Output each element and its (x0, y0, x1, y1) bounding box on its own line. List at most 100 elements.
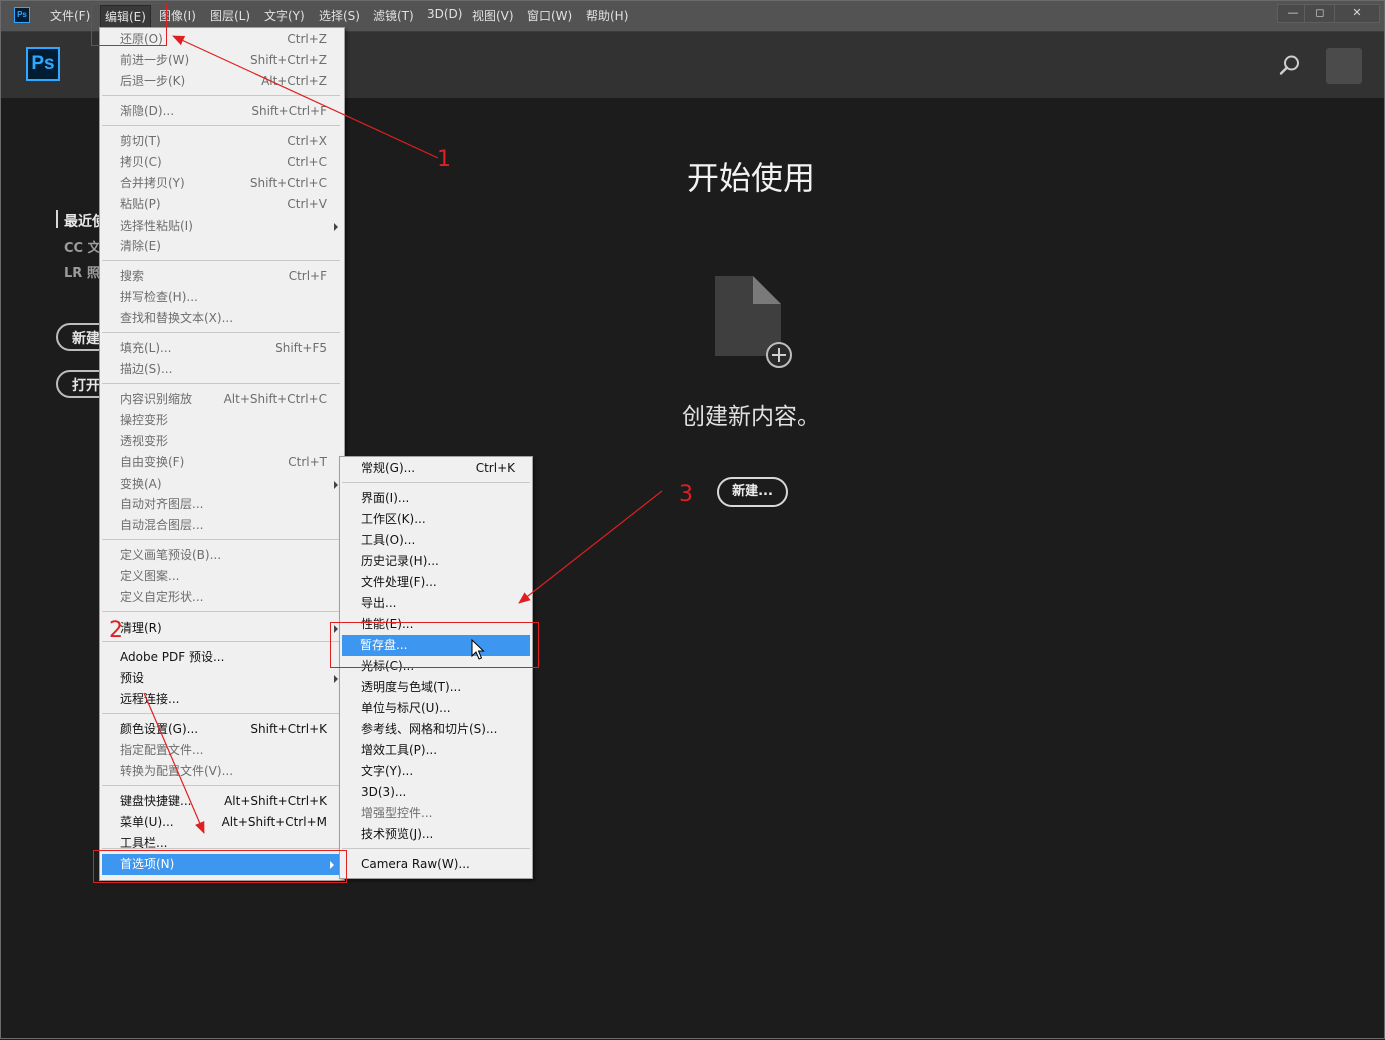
search-icon[interactable] (1279, 54, 1301, 76)
photoshop-window: Ps 文件(F) 编辑(E) 图像(I) 图层(L) 文字(Y) 选择(S) 滤… (0, 0, 1385, 1039)
edit-menu-item[interactable]: 拼写检查(H)... (100, 287, 344, 308)
edit-menu-item[interactable]: 描边(S)... (100, 359, 344, 380)
menu-item-label: 单位与标尺(U)... (361, 701, 451, 715)
edit-menu-item[interactable]: 填充(L)... Shift+F5 (100, 338, 344, 359)
menu-item-label: 描边(S)... (120, 362, 173, 376)
menu-item-label: 定义画笔预设(B)... (120, 548, 222, 562)
prefs-menu-item[interactable]: 界面(I)... (340, 488, 532, 509)
edit-menu-item[interactable]: 搜索 Ctrl+F (100, 266, 344, 287)
submenu-arrow-icon (334, 481, 338, 489)
edit-menu-item[interactable]: Adobe PDF 预设... (100, 647, 344, 668)
avatar[interactable] (1326, 48, 1362, 84)
edit-menu-item[interactable]: 转换为配置文件(V)... (100, 761, 344, 782)
new-document-icon (715, 276, 792, 368)
edit-menu-item[interactable]: 自由变换(F) Ctrl+T (100, 452, 344, 473)
menu-item-label: 文件处理(F)... (361, 575, 437, 589)
edit-menu-item[interactable]: 渐隐(D)... Shift+Ctrl+F (100, 101, 344, 122)
prefs-menu-item[interactable]: 工具(O)... (340, 530, 532, 551)
menu-view[interactable]: 视图(V) (472, 7, 514, 24)
edit-menu-item[interactable]: 内容识别缩放 Alt+Shift+Ctrl+C (100, 389, 344, 410)
prefs-menu-item[interactable]: 增效工具(P)... (340, 740, 532, 761)
menu-item-label: 选择性粘贴(I) (120, 219, 193, 233)
edit-menu-item[interactable]: 颜色设置(G)... Shift+Ctrl+K (100, 719, 344, 740)
edit-menu-item[interactable]: 预设 (100, 668, 344, 689)
edit-menu-item[interactable]: 操控变形 (100, 410, 344, 431)
edit-menu-item[interactable]: 菜单(U)... Alt+Shift+Ctrl+M (100, 812, 344, 833)
annotation-box-prefs (93, 850, 347, 883)
menu-item-label: Camera Raw(W)... (361, 857, 470, 871)
edit-menu-item[interactable]: 透视变形 (100, 431, 344, 452)
edit-menu-item[interactable]: 剪切(T) Ctrl+X (100, 131, 344, 152)
menu-filter[interactable]: 滤镜(T) (373, 7, 414, 24)
menu-item-label: 技术预览(J)... (361, 827, 434, 841)
menu-separator (102, 539, 340, 540)
annotation-label-2: 2 (109, 618, 123, 643)
edit-menu-item[interactable]: 定义图案... (100, 566, 344, 587)
prefs-menu-item[interactable]: 透明度与色域(T)... (340, 677, 532, 698)
menu-3d[interactable]: 3D(D) (427, 7, 462, 21)
menu-select[interactable]: 选择(S) (319, 7, 360, 24)
edit-menu-item[interactable]: 变换(A) (100, 474, 344, 495)
edit-menu-item[interactable]: 拷贝(C) Ctrl+C (100, 152, 344, 173)
prefs-menu-item[interactable]: 历史记录(H)... (340, 551, 532, 572)
edit-menu-item[interactable]: 选择性粘贴(I) (100, 216, 344, 237)
menu-help[interactable]: 帮助(H) (586, 7, 628, 24)
prefs-menu-item[interactable]: 常规(G)... Ctrl+K (340, 458, 532, 479)
edit-menu-item[interactable]: 清理(R) (100, 618, 344, 639)
prefs-menu-item[interactable]: 文字(Y)... (340, 761, 532, 782)
menu-item-label: 文字(Y)... (361, 764, 414, 778)
annotation-label-1: 1 (437, 147, 451, 172)
edit-menu-item[interactable]: 远程连接... (100, 689, 344, 710)
submenu-arrow-icon (334, 675, 338, 683)
prefs-menu-item[interactable]: 技术预览(J)... (340, 824, 532, 845)
menu-file[interactable]: 文件(F) (50, 7, 90, 24)
nav-lr-photos[interactable]: LR 照 (64, 262, 100, 281)
mouse-cursor-icon (471, 639, 485, 660)
menu-type[interactable]: 文字(Y) (264, 7, 305, 24)
nav-cc-files[interactable]: CC 文 (64, 237, 101, 256)
menu-item-label: 键盘快捷键... (120, 794, 192, 808)
prefs-menu-item[interactable]: Camera Raw(W)... (340, 854, 532, 875)
edit-menu-item[interactable]: 前进一步(W) Shift+Ctrl+Z (100, 50, 344, 71)
prefs-menu-item[interactable]: 增强型控件... (340, 803, 532, 824)
menu-item-label: 增强型控件... (361, 806, 433, 820)
edit-menu-item[interactable]: 定义画笔预设(B)... (100, 545, 344, 566)
menu-item-shortcut: Ctrl+F (288, 269, 327, 283)
close-icon[interactable]: ✕ (1334, 4, 1380, 23)
main-new-button[interactable]: 新建... (717, 477, 788, 507)
menu-item-shortcut: Alt+Ctrl+Z (261, 74, 327, 88)
edit-menu-item[interactable]: 键盘快捷键... Alt+Shift+Ctrl+K (100, 791, 344, 812)
menu-window[interactable]: 窗口(W) (527, 7, 572, 24)
prefs-menu-item[interactable]: 参考线、网格和切片(S)... (340, 719, 532, 740)
edit-menu-item[interactable]: 定义自定形状... (100, 587, 344, 608)
edit-menu-item[interactable]: 自动混合图层... (100, 515, 344, 536)
maximize-icon[interactable]: ◻ (1304, 4, 1336, 23)
menu-item-shortcut: Alt+Shift+Ctrl+K (224, 794, 327, 808)
edit-menu-item[interactable]: 粘贴(P) Ctrl+V (100, 194, 344, 215)
edit-menu-item[interactable]: 后退一步(K) Alt+Ctrl+Z (100, 71, 344, 92)
edit-menu-item[interactable]: 合并拷贝(Y) Shift+Ctrl+C (100, 173, 344, 194)
menu-item-label: 自动对齐图层... (120, 497, 204, 511)
edit-menu-item[interactable]: 指定配置文件... (100, 740, 344, 761)
edit-menu-item[interactable]: 自动对齐图层... (100, 494, 344, 515)
menu-item-label: 查找和替换文本(X)... (120, 311, 234, 325)
menu-item-label: 3D(3)... (361, 785, 407, 799)
menu-item-label: 剪切(T) (120, 134, 161, 148)
menu-item-shortcut: Shift+Ctrl+F (251, 104, 327, 118)
prefs-menu-item[interactable]: 工作区(K)... (340, 509, 532, 530)
menu-item-label: 参考线、网格和切片(S)... (361, 722, 498, 736)
menu-item-label: 透视变形 (120, 434, 169, 448)
prefs-menu-item[interactable]: 文件处理(F)... (340, 572, 532, 593)
prefs-menu-item[interactable]: 3D(3)... (340, 782, 532, 803)
edit-menu-item[interactable]: 查找和替换文本(X)... (100, 308, 344, 329)
ps-logo[interactable]: Ps (26, 47, 60, 81)
prefs-menu-item[interactable]: 单位与标尺(U)... (340, 698, 532, 719)
menu-separator (102, 848, 340, 849)
menu-item-label: 渐隐(D)... (120, 104, 175, 118)
menu-separator (102, 713, 340, 714)
annotation-box-edit (91, 3, 167, 46)
annotation-arrow-3 (518, 490, 663, 604)
prefs-menu-item[interactable]: 导出... (340, 593, 532, 614)
edit-menu-item[interactable]: 清除(E) (100, 236, 344, 257)
menu-layer[interactable]: 图层(L) (210, 7, 250, 24)
